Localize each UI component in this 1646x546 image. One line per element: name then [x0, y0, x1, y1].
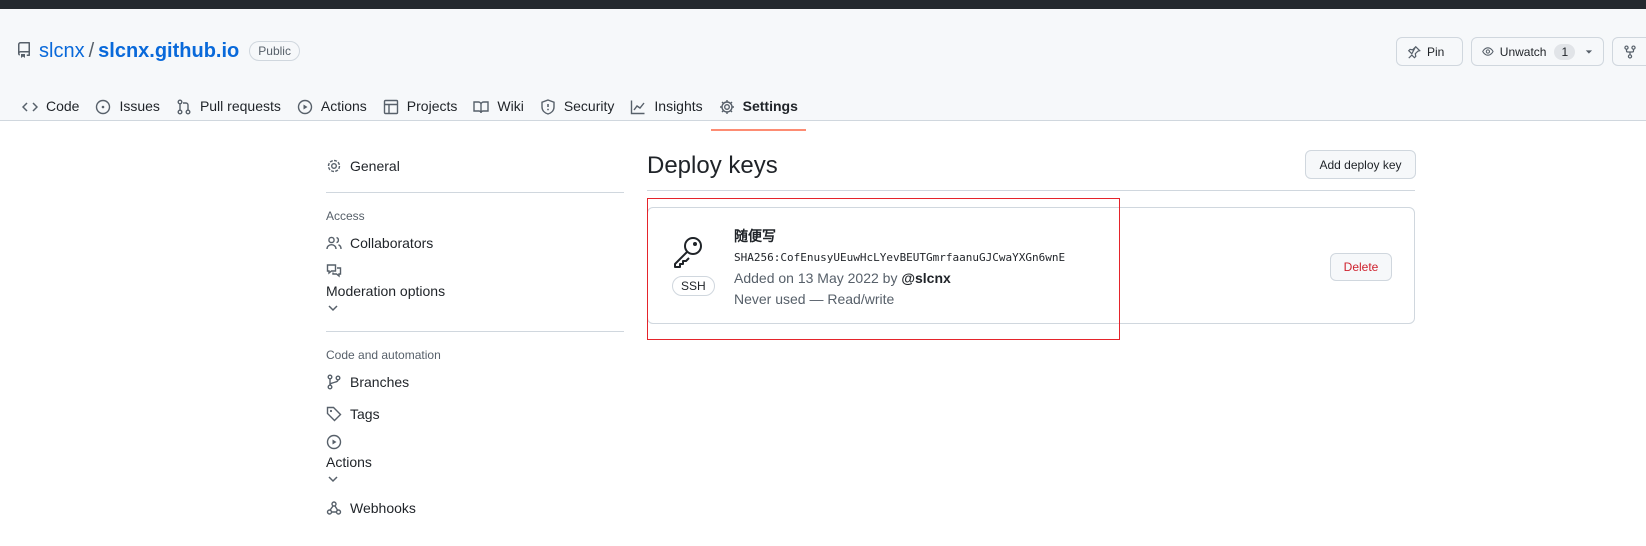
people-icon — [326, 236, 342, 250]
sidebar-item-label: Webhooks — [350, 500, 416, 516]
tab-label: Issues — [119, 98, 160, 114]
sidebar-item-tags[interactable]: Tags — [326, 398, 624, 430]
tab-code[interactable]: Code — [14, 85, 87, 130]
visibility-badge: Public — [249, 41, 300, 61]
added-by-user-link[interactable]: @slcnx — [901, 270, 950, 286]
sidebar-divider — [326, 331, 624, 332]
sidebar-item-actions[interactable]: Actions — [326, 430, 624, 492]
webhook-icon — [326, 501, 342, 515]
breadcrumb: slcnx / slcnx.github.io Public — [39, 39, 300, 63]
caret-down-icon — [1585, 49, 1593, 54]
chevron-down-icon — [328, 476, 338, 483]
tab-label: Wiki — [497, 98, 524, 114]
tab-settings[interactable]: Settings — [710, 85, 807, 131]
fork-button[interactable] — [1612, 37, 1646, 66]
sidebar-item-moderation[interactable]: Moderation options — [326, 259, 624, 321]
sidebar-item-general[interactable]: General — [326, 150, 624, 182]
tab-label: Settings — [742, 98, 798, 114]
tag-icon — [326, 406, 342, 422]
sidebar-item-branches[interactable]: Branches — [326, 366, 624, 398]
table-icon — [383, 99, 398, 115]
sidebar-item-label: General — [350, 158, 400, 174]
play-icon — [326, 434, 342, 450]
repo-owner-link[interactable]: slcnx — [39, 40, 85, 63]
add-deploy-key-button[interactable]: Add deploy key — [1305, 150, 1416, 179]
play-icon — [297, 99, 313, 115]
unwatch-label: Unwatch — [1499, 44, 1547, 59]
tab-wiki[interactable]: Wiki — [465, 85, 531, 130]
tab-pull-requests[interactable]: Pull requests — [168, 85, 289, 130]
pin-button[interactable]: Pin — [1396, 37, 1463, 66]
sidebar-item-label: Tags — [350, 406, 380, 422]
settings-sidebar: General Access Collaborators Moderation … — [326, 150, 624, 524]
deploy-key-title: 随便写 — [734, 229, 776, 245]
branch-icon — [327, 374, 341, 390]
unwatch-button[interactable]: Unwatch 1 — [1471, 37, 1604, 66]
graph-icon — [631, 100, 645, 115]
watch-count: 1 — [1554, 43, 1576, 60]
sidebar-item-webhooks[interactable]: Webhooks — [326, 492, 624, 524]
sidebar-item-label: Actions — [326, 454, 372, 470]
deploy-key-usage: Never used — Read/write — [734, 291, 895, 307]
page-title: Deploy keys — [647, 152, 778, 179]
tab-label: Insights — [654, 98, 703, 114]
sidebar-item-label: Collaborators — [350, 235, 434, 251]
pull-request-icon — [177, 99, 191, 115]
added-text: Added on 13 May 2022 by — [734, 270, 898, 286]
tab-insights[interactable]: Insights — [622, 85, 710, 130]
repo-name-link[interactable]: slcnx.github.io — [98, 40, 239, 63]
sidebar-divider — [326, 192, 624, 193]
sidebar-heading-automation: Code and automation — [326, 348, 441, 362]
gear-icon — [327, 159, 341, 173]
repo-icon — [16, 42, 32, 58]
tab-issues[interactable]: Issues — [87, 85, 167, 130]
sidebar-item-label: Branches — [350, 374, 410, 390]
repo-header: slcnx / slcnx.github.io Public Pin Unwat… — [0, 9, 1646, 131]
key-icon — [674, 237, 702, 268]
breadcrumb-separator: / — [88, 39, 95, 62]
book-icon — [473, 101, 490, 114]
chevron-down-icon — [328, 305, 338, 312]
fork-icon — [1624, 44, 1636, 59]
tab-label: Security — [563, 98, 615, 114]
sidebar-item-label: Moderation options — [326, 283, 446, 299]
deploy-key-item: SSH 随便写 SHA256:CofEnusyUEuwHcLYevBEUTGmr… — [647, 207, 1415, 324]
title-divider — [647, 190, 1415, 191]
delete-key-button[interactable]: Delete — [1330, 253, 1392, 281]
comment-discussion-icon — [326, 264, 342, 278]
shield-icon — [541, 99, 555, 115]
gear-icon — [719, 100, 734, 114]
tab-actions[interactable]: Actions — [289, 85, 375, 130]
code-icon — [22, 102, 38, 112]
sidebar-heading-access: Access — [326, 209, 365, 223]
tab-security[interactable]: Security — [532, 85, 623, 130]
tab-label: Code — [46, 98, 80, 114]
tab-label: Projects — [406, 98, 458, 114]
tab-label: Actions — [320, 98, 367, 114]
deploy-key-fingerprint: SHA256:CofEnusyUEuwHcLYevBEUTGmrfaanuGJC… — [734, 251, 1066, 264]
top-strip — [0, 0, 1646, 9]
tab-projects[interactable]: Projects — [375, 85, 466, 130]
ssh-badge: SSH — [672, 276, 715, 296]
eye-icon — [1482, 47, 1494, 56]
pin-icon — [1407, 45, 1421, 59]
issue-icon — [96, 99, 111, 115]
tab-label: Pull requests — [199, 98, 281, 114]
pin-label: Pin — [1427, 44, 1445, 59]
sidebar-item-collaborators[interactable]: Collaborators — [326, 227, 624, 259]
deploy-key-added: Added on 13 May 2022 by @slcnx — [734, 270, 951, 286]
repo-nav-tabs: Code Issues Pull requests Actions Projec… — [14, 85, 807, 131]
